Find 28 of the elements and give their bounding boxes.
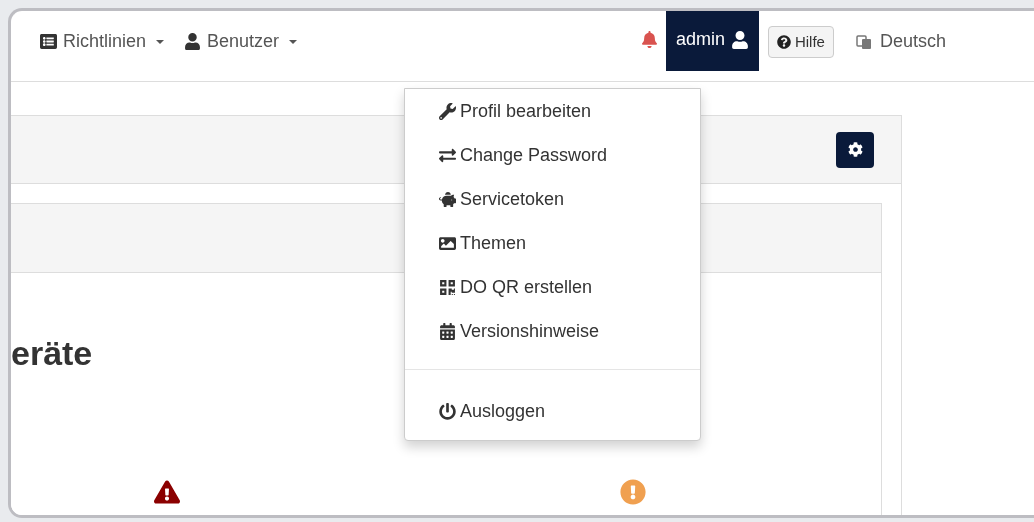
language-icon [855, 33, 872, 50]
qr-code-icon [439, 278, 456, 296]
user-icon [184, 33, 202, 50]
menu-item[interactable]: Versionshinweise [405, 309, 700, 353]
menu-item[interactable]: Ausloggen [405, 389, 700, 433]
user-menu-button[interactable]: admin [665, 11, 759, 71]
user-icon [730, 30, 749, 49]
section-heading: eräte [11, 334, 93, 372]
arrows-icon [439, 146, 456, 164]
list-icon [40, 33, 57, 50]
calendar-icon [439, 322, 456, 340]
power-icon [439, 402, 456, 420]
caret-icon [289, 39, 298, 44]
menu-item[interactable]: Profil bearbeiten [405, 89, 700, 133]
wrench-icon [439, 102, 456, 120]
piggy-bank-icon [439, 190, 456, 208]
image-icon [439, 234, 456, 252]
menu-item[interactable]: DO QR erstellen [405, 265, 700, 309]
nav-menu[interactable]: Benutzer [184, 28, 298, 55]
notification-bell-icon[interactable] [640, 31, 658, 48]
language-link[interactable]: Deutsch [855, 28, 946, 55]
help-button[interactable]: Hilfe [767, 26, 834, 58]
settings-button[interactable] [836, 131, 874, 168]
help-icon [776, 35, 791, 49]
nav-menu[interactable]: Richtlinien [40, 28, 165, 55]
menu-item[interactable]: Servicetoken [405, 177, 700, 221]
settings-icon [847, 142, 863, 157]
caret-icon [156, 39, 165, 44]
